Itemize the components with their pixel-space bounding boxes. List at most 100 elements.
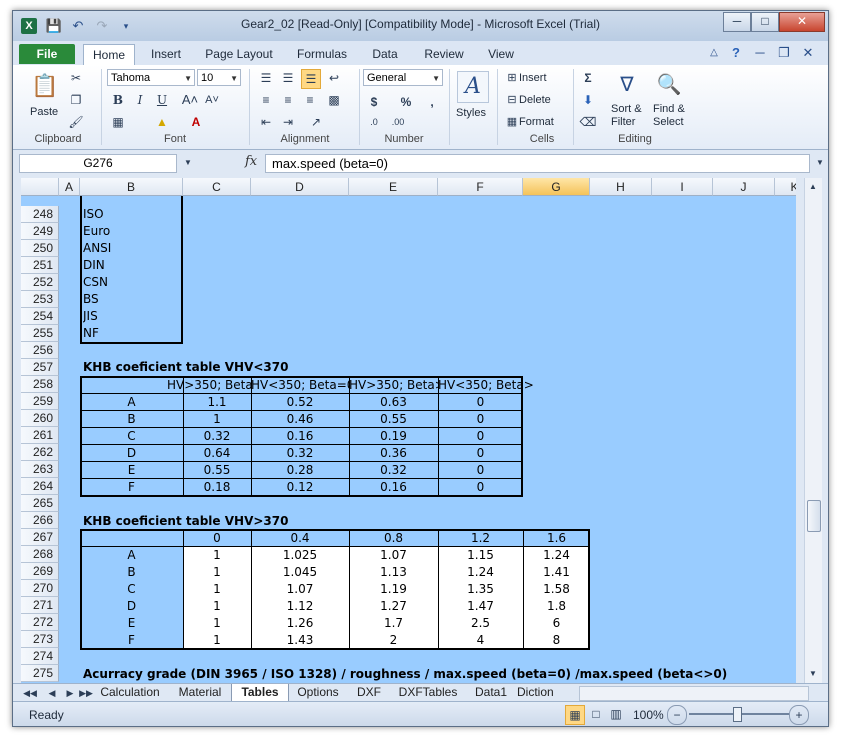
scroll-down-icon[interactable]: ▼ — [805, 665, 821, 683]
row-header[interactable]: 272 — [21, 614, 59, 631]
table1-row-label[interactable]: D — [80, 445, 183, 462]
table2-header[interactable]: 1.6 — [523, 530, 590, 547]
row-header[interactable]: 253 — [21, 291, 59, 308]
standard-item[interactable]: CSN — [83, 274, 108, 291]
align-center-icon[interactable]: ≡ — [279, 91, 297, 109]
table2-cell[interactable]: 1.47 — [438, 598, 523, 615]
table2-cell[interactable]: 1.045 — [251, 564, 349, 581]
align-left-icon[interactable]: ≡ — [257, 91, 275, 109]
table1-cell[interactable]: 0.16 — [251, 428, 349, 445]
paste-icon[interactable]: 📋 — [31, 71, 58, 101]
first-sheet-icon[interactable]: ◀◀ — [21, 684, 39, 702]
font-color-icon[interactable]: A — [187, 113, 205, 131]
table2-cell[interactable]: 1.12 — [251, 598, 349, 615]
table2-cell[interactable]: 1.24 — [523, 547, 590, 564]
table2-row-label[interactable]: F — [80, 632, 183, 649]
row-header[interactable]: 265 — [21, 495, 59, 512]
table2-header[interactable]: 0 — [183, 530, 251, 547]
sort-filter-icon[interactable]: ∇ — [613, 71, 641, 99]
table2-cell[interactable]: 1.19 — [349, 581, 438, 598]
row-header[interactable]: 250 — [21, 240, 59, 257]
row-header[interactable]: 254 — [21, 308, 59, 325]
minimize-button[interactable]: ─ — [723, 12, 751, 32]
table1-cell[interactable]: 0 — [438, 462, 523, 479]
maximize-button[interactable]: □ — [751, 12, 779, 32]
insert-function-icon[interactable]: fx — [245, 154, 257, 169]
align-top-icon[interactable]: ☰ — [257, 69, 275, 87]
table2-cell[interactable]: 1.07 — [349, 547, 438, 564]
table1-cell[interactable]: 0.64 — [183, 445, 251, 462]
align-right-icon[interactable]: ≡ — [301, 91, 319, 109]
table2-cell[interactable]: 1.13 — [349, 564, 438, 581]
row-header[interactable]: 255 — [21, 325, 59, 342]
table2-cell[interactable]: 1 — [183, 615, 251, 632]
table1-cell[interactable]: 0.16 — [349, 479, 438, 496]
sheet-tab-diction[interactable]: Diction — [517, 684, 569, 701]
table2-cell[interactable]: 1 — [183, 547, 251, 564]
prev-sheet-icon[interactable]: ◀ — [43, 684, 61, 702]
table1-header[interactable]: HV>350; Beta=0 — [167, 377, 251, 394]
row-header[interactable]: 267 — [21, 529, 59, 546]
table1-row-label[interactable]: E — [80, 462, 183, 479]
table2-cell[interactable]: 1.8 — [523, 598, 590, 615]
paste-button[interactable]: Paste — [30, 106, 58, 118]
find-select-label-2[interactable]: Select — [653, 116, 684, 128]
styles-button[interactable]: Styles — [456, 107, 486, 119]
table2-row-label[interactable]: D — [80, 598, 183, 615]
tab-data[interactable]: Data — [363, 44, 407, 64]
table1-cell[interactable]: 0.63 — [349, 394, 438, 411]
table2-cell[interactable]: 1.43 — [251, 632, 349, 649]
copy-icon[interactable]: ❐ — [67, 91, 85, 109]
column-header-b[interactable]: B — [80, 178, 183, 196]
row-header[interactable]: 257 — [21, 359, 59, 376]
standard-item[interactable]: NF — [83, 325, 99, 342]
increase-indent-icon[interactable]: ⇥ — [279, 113, 297, 131]
standard-item[interactable]: ISO — [83, 206, 104, 223]
spreadsheet-grid[interactable]: A B C D E F G H I J K 248 249 250 251 25… — [21, 178, 796, 683]
merge-center-icon[interactable]: ▩ — [325, 91, 343, 109]
table2-cell[interactable]: 1.07 — [251, 581, 349, 598]
row275-heading[interactable]: Acurracy grade (DIN 3965 / ISO 1328) / r… — [83, 666, 727, 683]
table2-title[interactable]: KHB coeficient table VHV>370 — [83, 513, 288, 530]
row-header[interactable]: 271 — [21, 597, 59, 614]
column-header-d[interactable]: D — [251, 178, 349, 196]
format-painter-icon[interactable]: 🖌 — [67, 113, 85, 131]
row-header[interactable]: 273 — [21, 631, 59, 648]
formula-input[interactable]: max.speed (beta=0) — [265, 154, 810, 173]
vertical-scrollbar[interactable]: ▲ ▼ — [804, 178, 822, 683]
bold-button[interactable]: B — [109, 91, 127, 109]
table2-cell[interactable]: 2 — [349, 632, 438, 649]
table1-row-label[interactable]: B — [80, 411, 183, 428]
underline-button[interactable]: U — [153, 91, 171, 109]
tab-formulas[interactable]: Formulas — [289, 44, 355, 64]
row-header[interactable]: 261 — [21, 427, 59, 444]
tab-view[interactable]: View — [479, 44, 523, 64]
styles-icon[interactable]: A — [457, 71, 489, 103]
tab-file[interactable]: File — [19, 44, 75, 64]
table1-header[interactable]: HV<350; Beta=0 — [251, 377, 349, 394]
table2-cell[interactable]: 1.35 — [438, 581, 523, 598]
zoom-level[interactable]: 100% — [633, 708, 664, 722]
page-layout-view-icon[interactable]: □ — [587, 705, 605, 723]
sheet-tab-data1[interactable]: Data1 — [469, 684, 513, 701]
table2-cell[interactable]: 8 — [523, 632, 590, 649]
table1-cell[interactable]: 0 — [438, 411, 523, 428]
table1-cell[interactable]: 0 — [438, 479, 523, 496]
table2-row-label[interactable]: B — [80, 564, 183, 581]
sheet-tab-calculation[interactable]: Calculation — [93, 684, 167, 701]
table1-cell[interactable]: 1.1 — [183, 394, 251, 411]
horizontal-scrollbar[interactable] — [579, 686, 809, 701]
table2-cell[interactable]: 1.15 — [438, 547, 523, 564]
row-header[interactable]: 259 — [21, 393, 59, 410]
fill-color-icon[interactable]: ▲ — [153, 113, 171, 131]
normal-view-icon[interactable]: ▦ — [565, 705, 585, 725]
table2-cell[interactable]: 1 — [183, 598, 251, 615]
standard-item[interactable]: Euro — [83, 223, 110, 240]
column-header-k[interactable]: K — [775, 178, 796, 196]
column-header-c[interactable]: C — [183, 178, 251, 196]
table2-cell[interactable]: 2.5 — [438, 615, 523, 632]
row-header[interactable]: 268 — [21, 546, 59, 563]
table2-cell[interactable]: 1.41 — [523, 564, 590, 581]
column-header-i[interactable]: I — [652, 178, 713, 196]
table2-cell[interactable]: 1 — [183, 564, 251, 581]
